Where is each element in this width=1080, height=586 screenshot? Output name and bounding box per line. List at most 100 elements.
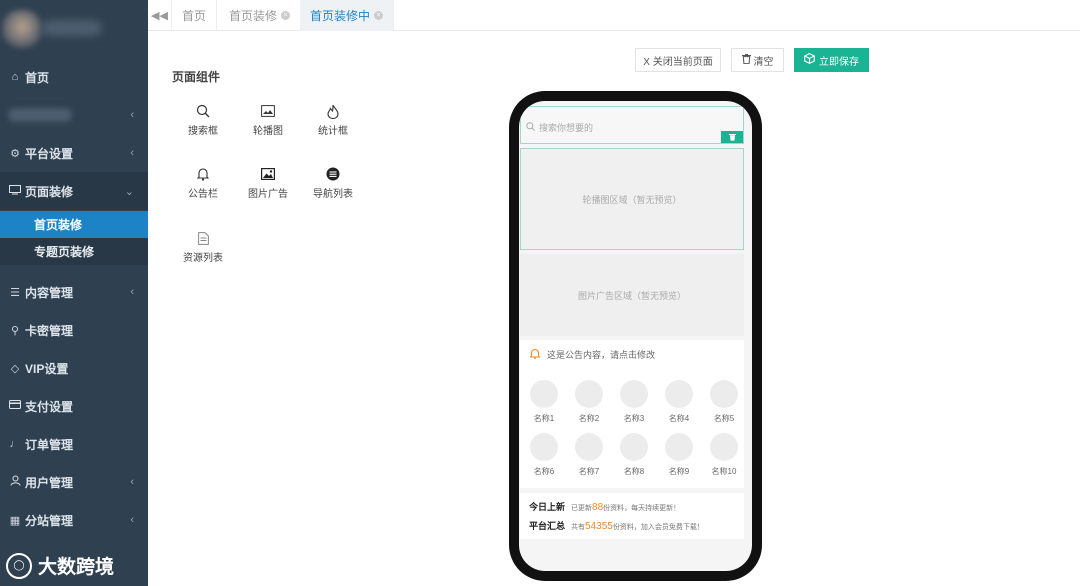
chevron-left-icon: ‹ bbox=[130, 109, 134, 121]
preview-image-ad-block[interactable]: 图片广告区域（暂无预览） bbox=[520, 254, 744, 336]
close-icon[interactable]: × bbox=[374, 11, 384, 20]
save-button[interactable]: 立即保存 bbox=[794, 48, 869, 72]
component-stats[interactable]: 统计框 bbox=[303, 100, 363, 140]
tab-home[interactable]: 首页 bbox=[172, 0, 218, 31]
sidebar-item-substations[interactable]: ▦ 分站管理 ‹ bbox=[0, 501, 148, 539]
sidebar-item-blurred[interactable]: ‹ bbox=[0, 96, 148, 134]
sidebar-item-label: 支付设置 bbox=[25, 399, 74, 414]
sidebar-item-page-decoration[interactable]: 页面装修 ⌄ bbox=[0, 172, 148, 210]
sidebar-subitem-home-decoration[interactable]: 首页装修 bbox=[0, 211, 148, 238]
file-icon bbox=[173, 227, 233, 249]
database-icon: ☰ bbox=[10, 286, 20, 299]
preview-search-block[interactable]: 搜索你想要的 bbox=[520, 106, 744, 144]
component-image-ad[interactable]: 图片广告 bbox=[238, 163, 298, 203]
tab-label: 首页装修 bbox=[229, 9, 278, 23]
nav-item-label: 名称4 bbox=[668, 414, 690, 423]
button-label: 清空 bbox=[753, 56, 774, 68]
nav-item[interactable]: 名称6 bbox=[524, 433, 564, 477]
stat-today: 今日上新 已更新 88 份资料，每天持续更新！ bbox=[529, 500, 680, 513]
preview-search-placeholder: 搜索你想要的 bbox=[539, 122, 594, 133]
nav-item-image bbox=[710, 380, 738, 408]
preview-stats-block[interactable]: 今日上新 已更新 88 份资料，每天持续更新！ 平台汇总 共有 54355 份资… bbox=[520, 493, 744, 539]
sidebar-item-label: 用户管理 bbox=[25, 475, 74, 490]
nav-item[interactable]: 名称9 bbox=[659, 433, 699, 477]
nav-item-image bbox=[575, 433, 603, 461]
preview-nav-grid[interactable]: 名称1 名称2 名称3 名称4 名称5 名称6 名称7 名称8 名称9 名称10 bbox=[520, 368, 744, 488]
sidebar-item-label: 订单管理 bbox=[25, 437, 74, 452]
nav-item-image bbox=[530, 380, 558, 408]
tab-home-decorating[interactable]: 首页装修中 × bbox=[300, 0, 395, 31]
delete-block-icon[interactable] bbox=[721, 131, 743, 143]
cube-icon bbox=[804, 52, 815, 67]
image-icon bbox=[238, 163, 298, 185]
sidebar-item-orders[interactable]: ♩ 订单管理 bbox=[0, 425, 148, 463]
nav-item-image bbox=[665, 433, 693, 461]
search-icon bbox=[526, 121, 535, 133]
tab-scroll-left-icon[interactable]: ◀◀ bbox=[148, 0, 172, 31]
clear-button[interactable]: 清空 bbox=[731, 48, 784, 72]
button-label: 立即保存 bbox=[819, 56, 859, 68]
sidebar-item-vip[interactable]: ◇ VIP设置 bbox=[0, 349, 148, 387]
stat-total-prefix: 共有 bbox=[571, 524, 586, 531]
nav-item[interactable]: 名称5 bbox=[704, 380, 744, 424]
component-nav-list[interactable]: 导航列表 bbox=[303, 163, 363, 203]
carousel-placeholder-text: 轮播图区域（暂无预览） bbox=[582, 194, 682, 205]
diamond-icon: ◇ bbox=[10, 362, 20, 375]
chevron-left-icon: ‹ bbox=[130, 476, 134, 488]
sidebar-subitem-label: 专题页装修 bbox=[34, 245, 95, 259]
sidebar-item-content[interactable]: ☰ 内容管理 ‹ bbox=[0, 273, 148, 311]
nav-item[interactable]: 名称2 bbox=[569, 380, 609, 424]
preview-notice-block[interactable]: 这是公告内容，请点击修改 bbox=[520, 340, 744, 368]
nav-item-image bbox=[620, 380, 648, 408]
component-resource-list[interactable]: 资源列表 bbox=[173, 227, 233, 267]
sidebar-item-cardkey[interactable]: ⚲ 卡密管理 bbox=[0, 311, 148, 349]
nav-item-label: 名称3 bbox=[623, 414, 645, 423]
preview-carousel-block[interactable]: 轮播图区域（暂无预览） bbox=[520, 148, 744, 250]
close-current-page-button[interactable]: X 关闭当前页面 bbox=[635, 48, 721, 72]
sidebar: ⌂ 首页 ‹ ⚙ 平台设置 ‹ 页面装修 ⌄ 首页装修 专题页装修 ☰ 内容管理… bbox=[0, 0, 148, 586]
button-label: X 关闭当前页面 bbox=[643, 56, 713, 68]
nav-item[interactable]: 名称8 bbox=[614, 433, 654, 477]
chevron-left-icon: ‹ bbox=[130, 147, 134, 159]
component-notice[interactable]: 公告栏 bbox=[173, 163, 233, 203]
fire-icon bbox=[303, 100, 363, 122]
nav-item-image bbox=[575, 380, 603, 408]
tab-home-decoration[interactable]: 首页装修 × bbox=[219, 0, 302, 31]
chevron-down-icon: ⌄ bbox=[124, 185, 134, 198]
component-carousel[interactable]: 轮播图 bbox=[238, 100, 298, 140]
sidebar-user-avatar[interactable] bbox=[0, 0, 148, 60]
sidebar-subitem-topic-decoration[interactable]: 专题页装修 bbox=[0, 238, 148, 265]
stat-total-suffix: 份资料，加入会员免费下载！ bbox=[612, 524, 704, 531]
nav-item-image bbox=[620, 433, 648, 461]
nav-item[interactable]: 名称7 bbox=[569, 433, 609, 477]
close-icon[interactable]: × bbox=[281, 11, 291, 20]
key-icon: ⚲ bbox=[10, 324, 20, 337]
component-label: 轮播图 bbox=[253, 126, 283, 137]
sidebar-item-label: 平台设置 bbox=[25, 146, 74, 161]
phone-screen: 搜索你想要的 轮播图区域（暂无预览） 图片广告区域（暂无预览） 这是公告内容，请… bbox=[519, 101, 752, 571]
component-search[interactable]: 搜索框 bbox=[173, 100, 233, 140]
stat-today-label: 今日上新 bbox=[529, 502, 566, 512]
sidebar-item-payment[interactable]: 支付设置 bbox=[0, 387, 148, 425]
component-label: 公告栏 bbox=[188, 189, 218, 200]
list-icon bbox=[303, 163, 363, 185]
nav-item[interactable]: 名称3 bbox=[614, 380, 654, 424]
chevron-left-icon: ‹ bbox=[130, 514, 134, 526]
notice-text: 这是公告内容，请点击修改 bbox=[547, 349, 656, 360]
sidebar-item-platform-settings[interactable]: ⚙ 平台设置 ‹ bbox=[0, 134, 148, 172]
nav-item-label: 名称6 bbox=[533, 467, 555, 476]
sitemap-icon: ▦ bbox=[9, 514, 21, 527]
sidebar-item-home[interactable]: ⌂ 首页 bbox=[0, 58, 148, 96]
tab-label: 首页 bbox=[182, 9, 207, 23]
bell-icon bbox=[173, 163, 233, 185]
home-icon: ⌂ bbox=[11, 71, 19, 83]
nav-item-label: 名称10 bbox=[711, 467, 737, 476]
nav-item-label: 名称2 bbox=[578, 414, 600, 423]
blurred-label bbox=[8, 108, 72, 122]
nav-item[interactable]: 名称10 bbox=[704, 433, 744, 477]
nav-item-image bbox=[710, 433, 738, 461]
sidebar-item-users[interactable]: 用户管理 ‹ bbox=[0, 463, 148, 501]
nav-item[interactable]: 名称4 bbox=[659, 380, 699, 424]
nav-item[interactable]: 名称1 bbox=[524, 380, 564, 424]
bell-icon bbox=[529, 348, 541, 361]
